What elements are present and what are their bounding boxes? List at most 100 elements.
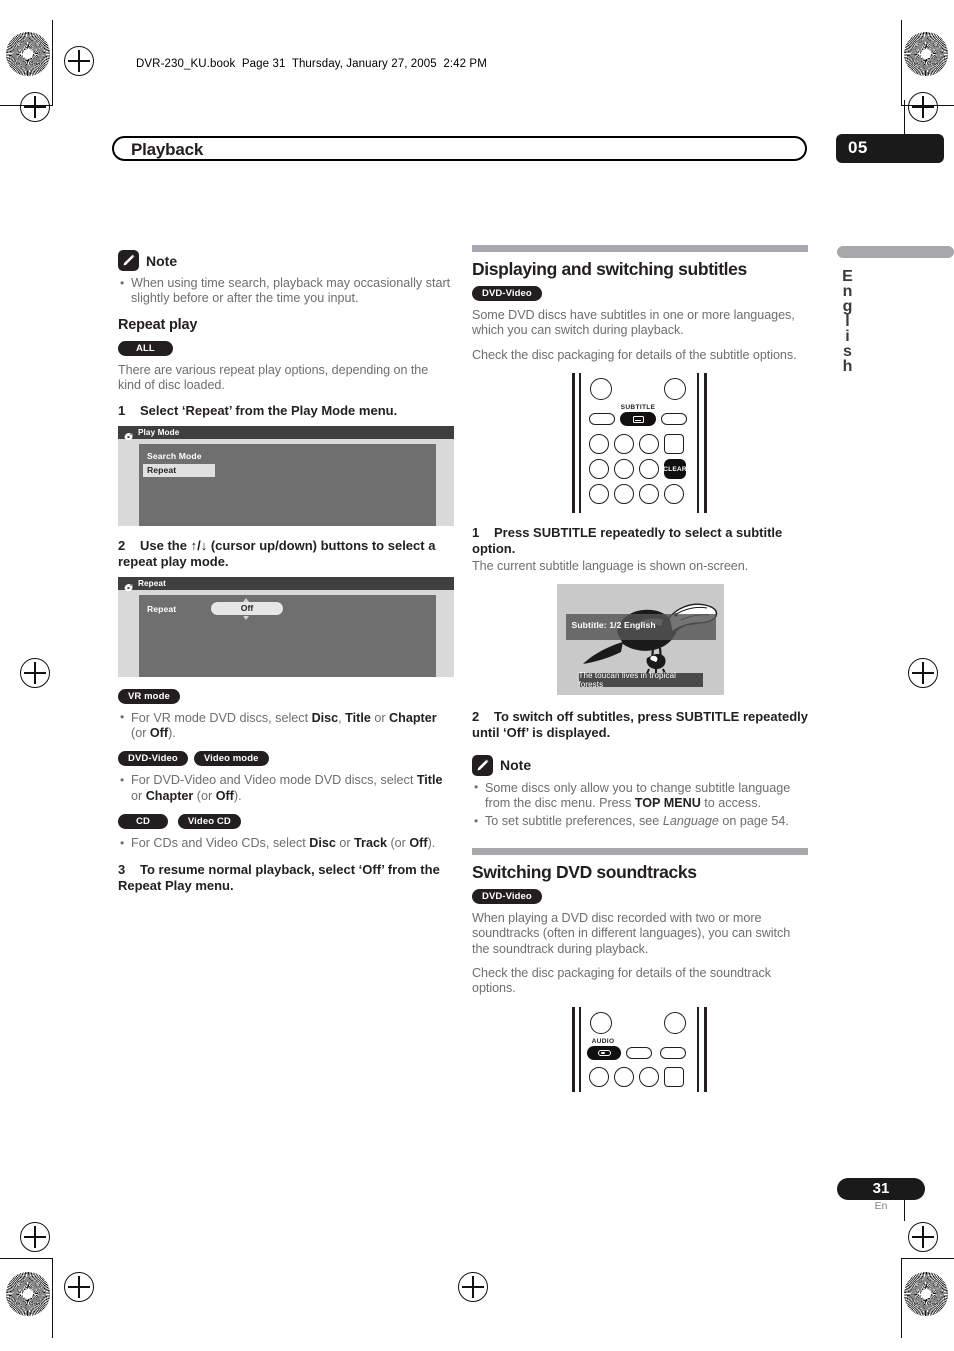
badge-row-vr: VR mode [118,688,454,704]
remote-keypad-7[interactable] [589,484,609,505]
note-bullet-language-pref: To set subtitle preferences, see Languag… [472,814,808,830]
registration-rosette-bottom-left [6,1272,50,1316]
subtitle-icon [632,415,644,423]
remote-edge-right-outer [704,1006,707,1092]
repeat-step-1: 1 Select ‘Repeat’ from the Play Mode menu… [118,403,454,419]
disc-badge-dvd-video: DVD-Video [118,751,188,767]
remote-edge-right-inner [697,1006,699,1092]
subtitles-paragraph-1: Some DVD discs have subtitles in one or … [472,308,795,338]
repeat-step-1-number: 1 [118,402,126,418]
tv-osd-strip: Subtitle: 1/2 English [565,613,716,640]
clear-button-label: CLEAR [663,465,687,473]
remote-keypad-3[interactable] [639,434,659,455]
remote-keypad-0[interactable] [664,484,684,505]
play-mode-osd-screenshot: Play Mode Search Mode Repeat [118,425,454,526]
tv-screen-illustration: Subtitle: 1/2 English The toucan lives i… [556,583,724,695]
remote-button-top-right[interactable] [664,378,686,401]
remote-keypad-1[interactable] [589,1066,609,1087]
disc-badge-video-cd: Video CD [177,814,241,830]
note-block-subtitles: Note Some discs only allow you to change… [472,754,808,830]
repeat-play-intro: There are various repeat play options, d… [118,362,429,393]
audio-icon [597,1049,611,1056]
remote-clear-button[interactable]: CLEAR [663,459,687,480]
repeat-step-3-text: To resume normal playback, select ‘Off’ … [118,861,440,893]
soundtracks-paragraph-2: Check the disc packaging for details of … [472,966,772,996]
remote-edge-right-outer [704,373,707,514]
disc-badge-dvd-video: DVD-Video [472,286,542,301]
remote-button-middle[interactable] [626,1046,652,1059]
play-mode-osd-title: Play Mode [138,427,180,437]
remote-diagram-subtitle: SUBTITLE CLEAR [572,373,708,514]
disc-badge-all: ALL [118,340,173,356]
registration-target-bottom-left [64,1272,94,1302]
registration-target-left-lower [20,1222,50,1252]
repeat-step-2: 2 Use the ↑/↓ (cursor up/down) buttons to… [118,538,454,570]
registration-target-top-left [64,46,94,76]
trim-line-bottom-left-h [0,1258,52,1260]
registration-target-left-center [20,658,50,688]
remote-keypad-9[interactable] [639,484,659,505]
remote-keypad-5[interactable] [614,459,634,480]
remote-keypad-8[interactable] [614,484,634,505]
note-header: Note [472,754,808,776]
badge-row-dvdvideo: DVD-Video Video mode [118,751,454,767]
page-title: Playback [131,140,204,159]
disc-badge-dvd-video: DVD-Video [472,888,542,904]
selector-down-arrow-icon [243,615,249,620]
remote-button-right-of-subtitle[interactable] [661,413,687,426]
trim-line-bottom-right-v [901,1258,903,1338]
remote-edge-left-outer [572,1006,575,1092]
disc-group-cd: CD Video CD For CDs and Video CDs, selec… [118,814,454,852]
subtitles-badge-row: DVD-Video [472,286,808,301]
audio-button-caption: AUDIO [591,1037,615,1045]
play-mode-repeat-item[interactable]: Repeat [143,463,215,477]
section-rule-soundtracks [472,847,808,855]
left-column: Note When using time search, playback ma… [118,250,454,901]
disc-bullet-vr: For VR mode DVD discs, select Disc, Titl… [118,710,454,742]
pencil-note-icon [118,250,139,271]
repeat-step-1-text: Select ‘Repeat’ from the Play Mode menu. [140,402,398,418]
soundtracks-heading: Switching DVD soundtracks [472,861,697,882]
trim-line-bottom-left-v [52,1258,54,1338]
remote-keypad-2[interactable] [614,1066,634,1087]
remote-keypad-2[interactable] [614,434,634,455]
repeat-osd-titlebar: Repeat [118,576,454,591]
repeat-osd-value-selector[interactable]: Off [211,601,283,615]
subtitle-step-2: 2 To switch off subtitles, press SUBTITLE… [472,709,808,741]
remote-edge-left-outer [572,373,575,514]
subtitle-step-1: 1 Press SUBTITLE repeatedly to select a s… [472,525,808,557]
disc-bullet-list-vr: For VR mode DVD discs, select Disc, Titl… [118,710,454,742]
note-bullet-list: Some discs only allow you to change subt… [472,780,808,830]
remote-edge-left-inner [579,373,581,514]
remote-button-top-left[interactable] [590,378,612,401]
disc-bullet-list-dvdvideo: For DVD-Video and Video mode DVD discs, … [118,773,454,804]
remote-button-top-left[interactable] [590,1011,612,1034]
page-number: 31 [872,1180,890,1197]
registration-rosette-top-left [6,32,50,76]
remote-button-left-of-subtitle[interactable] [589,413,615,426]
repeat-step-3: 3 To resume normal playback, select ‘Off’… [118,862,454,894]
soundtracks-badge-row: DVD-Video [472,888,808,904]
remote-audio-button[interactable] [587,1045,621,1060]
repeat-osd-item-label: Repeat [147,603,177,614]
remote-keypad-4[interactable] [589,459,609,480]
note-bullet-list: When using time search, playback may occ… [118,276,454,307]
note-bullet-disc-menu: Some discs only allow you to change subt… [472,780,808,812]
remote-keypad-6[interactable] [639,459,659,480]
remote-key-top-right-square[interactable] [664,434,684,455]
play-mode-search-mode-label: Search Mode [147,450,202,461]
disc-bullet-list-cd: For CDs and Video CDs, select Disc or Tr… [118,836,454,852]
remote-button-top-right[interactable] [664,1011,686,1034]
remote-button-right[interactable] [660,1046,686,1059]
disc-arrow-icon [124,579,133,591]
remote-keypad-1[interactable] [589,434,609,455]
chapter-title-bar: Playback [112,136,807,161]
remote-key-square[interactable] [664,1066,684,1087]
remote-subtitle-button[interactable] [620,412,656,427]
remote-keypad-3[interactable] [639,1066,659,1087]
page-number-badge: 31 [837,1178,925,1200]
remote-edge-left-inner [579,1006,581,1092]
trim-line-top-left-v [52,20,54,106]
note-block-time-search: Note When using time search, playback ma… [118,250,454,307]
registration-target-right-top [908,92,938,122]
